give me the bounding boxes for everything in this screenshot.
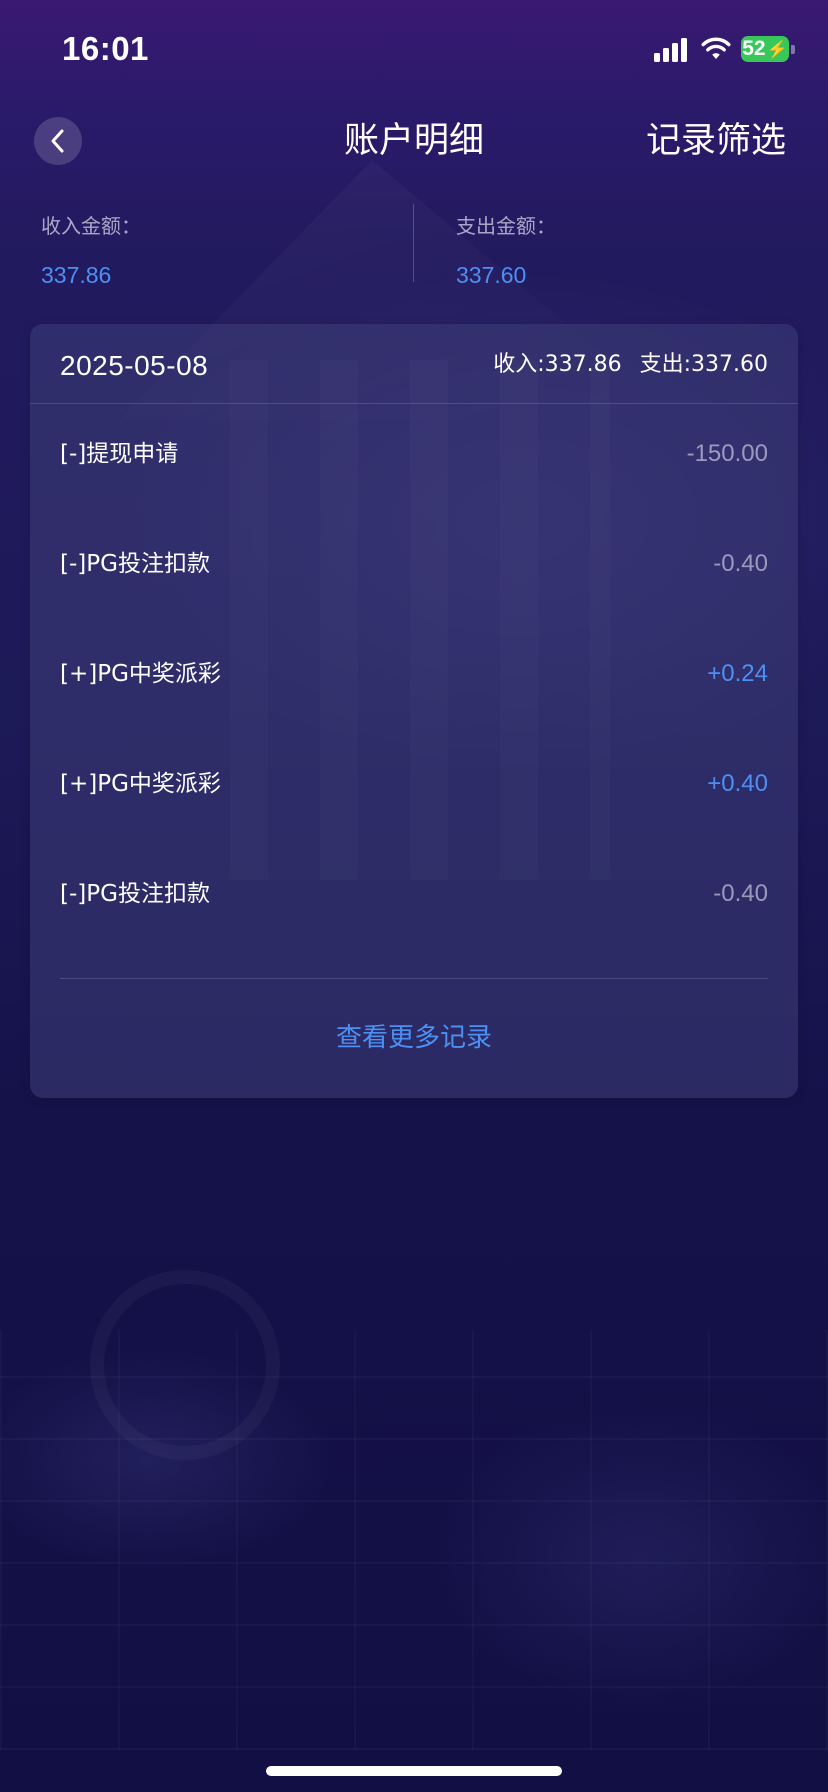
home-indicator[interactable] — [266, 1766, 562, 1776]
battery-level: 52 — [742, 37, 766, 60]
status-bar: 16:01 52 ⚡ — [0, 0, 828, 100]
transaction-row[interactable]: [+]PG中奖派彩 +0.40 — [30, 734, 798, 844]
signal-icon — [654, 38, 688, 62]
transaction-name: [-]提现申请 — [60, 441, 179, 467]
summary-panel: 收入金额： 337.86 支出金额： 337.60 — [0, 200, 828, 288]
transaction-row[interactable]: [-]PG投注扣款 -0.40 — [30, 844, 798, 954]
card-date: 2025-05-08 — [60, 350, 209, 381]
background-bricks-decoration — [0, 1330, 828, 1750]
transaction-amount: -150.00 — [686, 440, 768, 467]
bolt-icon: ⚡ — [766, 39, 788, 59]
transaction-row[interactable]: [+]PG中奖派彩 +0.24 — [30, 624, 798, 734]
transaction-name: [+]PG中奖派彩 — [60, 771, 221, 797]
transaction-amount: +0.24 — [707, 660, 768, 687]
chevron-left-icon — [51, 129, 64, 153]
transaction-amount: -0.40 — [713, 550, 768, 577]
transaction-row[interactable]: [-]提现申请 -150.00 — [30, 404, 798, 514]
battery-charging-icon: 52 ⚡ — [741, 36, 789, 62]
transaction-list: [-]提现申请 -150.00 [-]PG投注扣款 -0.40 [+]PG中奖派… — [30, 404, 798, 954]
transaction-row[interactable]: [-]PG投注扣款 -0.40 — [30, 514, 798, 624]
back-button[interactable] — [34, 117, 82, 165]
transaction-name: [+]PG中奖派彩 — [60, 661, 221, 687]
income-summary: 收入金额： 337.86 — [41, 212, 141, 290]
transaction-name: [-]PG投注扣款 — [60, 551, 210, 577]
transaction-amount: -0.40 — [713, 880, 768, 907]
card-expense-total: 支出:337.60 — [639, 352, 768, 377]
transaction-name: [-]PG投注扣款 — [60, 881, 210, 907]
status-time: 16:01 — [62, 30, 149, 67]
transaction-card: 2025-05-08 收入:337.86 支出:337.60 [-]提现申请 -1… — [30, 324, 798, 1098]
expense-value: 337.60 — [456, 262, 527, 288]
income-value: 337.86 — [41, 262, 112, 288]
battery-cap — [791, 45, 795, 54]
view-more-records-button[interactable]: 查看更多记录 — [30, 979, 798, 1098]
card-header: 2025-05-08 收入:337.86 支出:337.60 — [30, 324, 798, 404]
expense-label: 支出金额： — [456, 214, 556, 238]
transaction-amount: +0.40 — [707, 770, 768, 797]
background-ring-decoration — [90, 1270, 280, 1460]
summary-divider — [413, 204, 414, 282]
wifi-icon — [701, 37, 731, 59]
expense-summary: 支出金额： 337.60 — [456, 212, 556, 290]
card-totals: 收入:337.86 支出:337.60 — [475, 324, 768, 404]
income-label: 收入金额： — [41, 214, 141, 238]
card-income-total: 收入:337.86 — [493, 352, 622, 377]
record-filter-button[interactable]: 记录筛选 — [646, 117, 786, 165]
